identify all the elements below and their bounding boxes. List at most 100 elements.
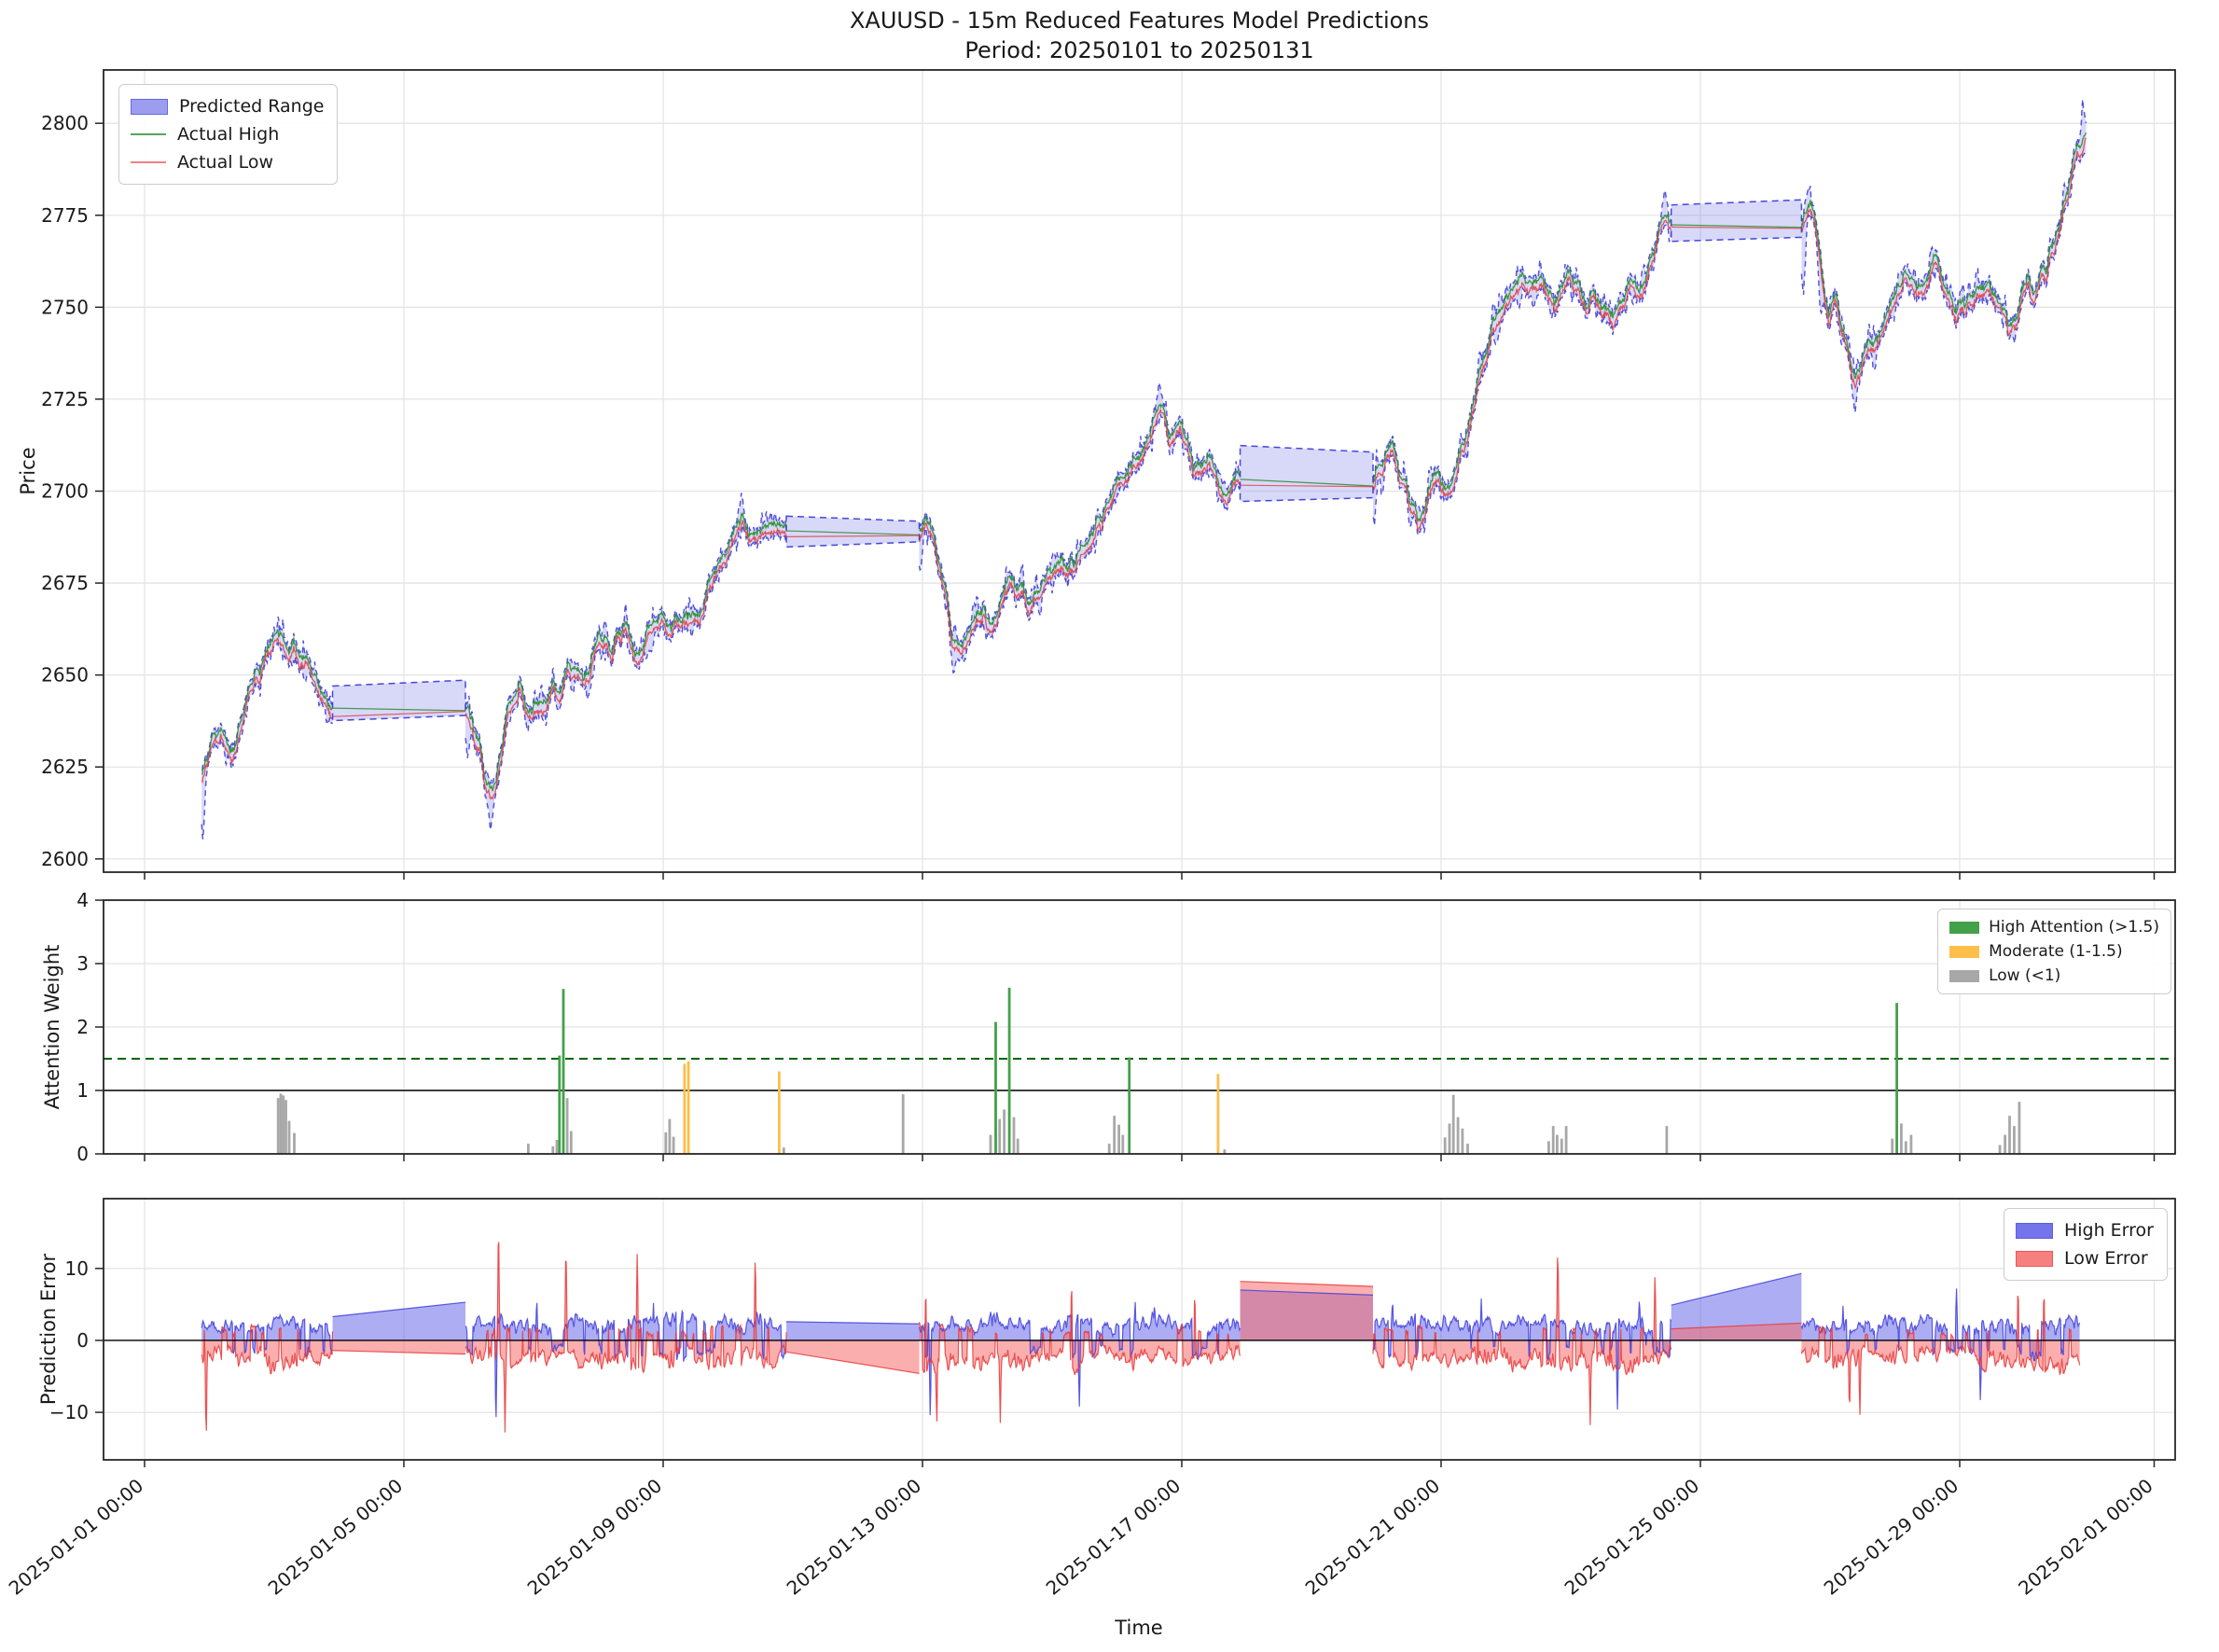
attention-bar xyxy=(1666,1126,1669,1154)
predicted-high-line xyxy=(920,382,1241,643)
y-tick-label: 0 xyxy=(76,1143,89,1165)
y-tick-label: 2625 xyxy=(41,756,89,778)
attention-bar xyxy=(1547,1141,1550,1154)
attention-bar xyxy=(1466,1144,1469,1154)
price-plot xyxy=(104,70,2175,872)
actual-high-line xyxy=(920,405,1241,647)
weekend-predicted-band xyxy=(1241,446,1373,502)
price-axis-label: Price xyxy=(17,447,39,494)
attention-bar xyxy=(280,1093,283,1154)
weekend-predicted-band xyxy=(1671,200,1802,242)
attention-bar xyxy=(1900,1123,1903,1154)
attention-bar xyxy=(288,1121,291,1154)
y-tick-label: 2725 xyxy=(41,388,89,410)
y-tick-label: 0 xyxy=(76,1329,89,1352)
attention-bar xyxy=(527,1144,530,1154)
error-legend: High Error Low Error xyxy=(2004,1208,2168,1281)
attention-plot xyxy=(104,900,2175,1154)
attention-bar xyxy=(778,1072,781,1154)
attention-bar xyxy=(673,1137,675,1154)
grid xyxy=(104,70,2175,872)
attention-bar xyxy=(562,989,565,1154)
attention-bar xyxy=(669,1119,672,1154)
actual-high-line xyxy=(465,514,786,791)
attention-bar xyxy=(284,1100,287,1154)
attention-bar xyxy=(1008,988,1011,1154)
attention-bar xyxy=(783,1147,785,1154)
y-tick-label: 2700 xyxy=(41,479,89,502)
attention-bar xyxy=(990,1135,992,1154)
y-tick-label: 2750 xyxy=(41,296,89,318)
attention-bar xyxy=(1891,1139,1893,1154)
attention-bar xyxy=(1003,1109,1005,1154)
legend-item-low-error: Low Error xyxy=(2016,1244,2154,1272)
attention-bar xyxy=(998,1119,1001,1154)
x-tick-label: 2025-01-05 00:00 xyxy=(264,1474,407,1599)
y-tick-label: 2675 xyxy=(41,572,89,594)
x-tick-label: 2025-01-09 00:00 xyxy=(523,1474,666,1599)
figure: 2600262526502675270027252750277528000123… xyxy=(0,0,2219,1652)
price-legend: Predicted Range Actual High Actual Low xyxy=(118,84,338,185)
attention-axis-label: Attention Weight xyxy=(41,945,63,1110)
legend-item-high-error: High Error xyxy=(2016,1216,2154,1244)
x-tick-label: 2025-01-01 00:00 xyxy=(5,1474,147,1599)
x-tick-label: 2025-01-25 00:00 xyxy=(1560,1474,1703,1599)
attention-bar xyxy=(1128,1058,1130,1154)
attention-bar xyxy=(664,1132,667,1154)
y-tick-label: 2650 xyxy=(41,664,89,687)
attention-bar xyxy=(2008,1116,2011,1154)
legend-item-actual-low: Actual Low xyxy=(131,148,324,176)
attention-bar xyxy=(1217,1074,1220,1154)
predicted-range-fill xyxy=(1801,99,2086,412)
attention-bar xyxy=(1552,1126,1555,1154)
moderate-attention-swatch xyxy=(1949,946,1979,958)
attention-bar xyxy=(1117,1125,1120,1154)
attention-bar xyxy=(1121,1135,1124,1154)
y-tick-label: 2800 xyxy=(41,112,89,134)
predicted-high-line xyxy=(201,617,332,770)
predicted-low-line xyxy=(465,525,786,830)
attention-bar xyxy=(551,1146,554,1154)
actual-high-swatch xyxy=(131,133,166,135)
actual-low-swatch xyxy=(131,161,166,163)
chart-title-block: XAUUSD - 15m Reduced Features Model Pred… xyxy=(104,6,2175,66)
x-tick-label: 2025-01-21 00:00 xyxy=(1301,1474,1444,1599)
legend-item-actual-high: Actual High xyxy=(131,120,324,148)
attention-bar xyxy=(556,1140,559,1154)
attention-bar xyxy=(1462,1129,1464,1154)
attention-bar xyxy=(1452,1095,1455,1154)
attention-bar xyxy=(902,1094,905,1154)
attention-bar xyxy=(1565,1126,1568,1154)
attention-bar xyxy=(1449,1123,1451,1154)
low-attention-swatch xyxy=(1949,970,1979,982)
attention-bar xyxy=(570,1131,573,1155)
actual-low-line xyxy=(465,521,786,799)
attention-legend: High Attention (>1.5) Moderate (1-1.5) L… xyxy=(1937,909,2171,994)
attention-bar xyxy=(1895,1003,1898,1154)
attention-bar xyxy=(687,1062,690,1154)
chart-title: XAUUSD - 15m Reduced Features Model Pred… xyxy=(104,6,2175,35)
attention-bar xyxy=(1113,1116,1116,1154)
attention-bar xyxy=(1999,1145,2002,1155)
attention-bar xyxy=(293,1133,296,1154)
x-tick-label: 2025-02-01 00:00 xyxy=(2014,1474,2157,1599)
attention-bar xyxy=(1560,1139,1563,1154)
y-tick-label: 2600 xyxy=(41,848,89,870)
attention-bar xyxy=(994,1022,997,1154)
legend-item-predicted-range: Predicted Range xyxy=(131,92,324,120)
error-plot xyxy=(104,1199,2175,1460)
attention-bar xyxy=(2018,1102,2021,1154)
error-axis-label: Prediction Error xyxy=(37,1254,60,1405)
axes-frame: 260026252650267527002725275027752800 xyxy=(41,70,2175,880)
actual-high-line xyxy=(1373,215,1671,521)
legend-item-low-attention: Low (<1) xyxy=(1949,964,2159,988)
high-error-swatch xyxy=(2016,1223,2053,1239)
x-tick-label: 2025-01-17 00:00 xyxy=(1042,1474,1185,1599)
attention-bar xyxy=(2013,1126,2016,1154)
predicted-range-fill xyxy=(1373,190,1671,535)
chart-subtitle: Period: 20250101 to 20250131 xyxy=(104,35,2175,65)
legend-item-high-attention: High Attention (>1.5) xyxy=(1949,915,2159,939)
attention-bar xyxy=(1457,1118,1460,1154)
x-tick-label: 2025-01-29 00:00 xyxy=(1820,1474,1962,1599)
low-error-swatch xyxy=(2016,1251,2053,1267)
